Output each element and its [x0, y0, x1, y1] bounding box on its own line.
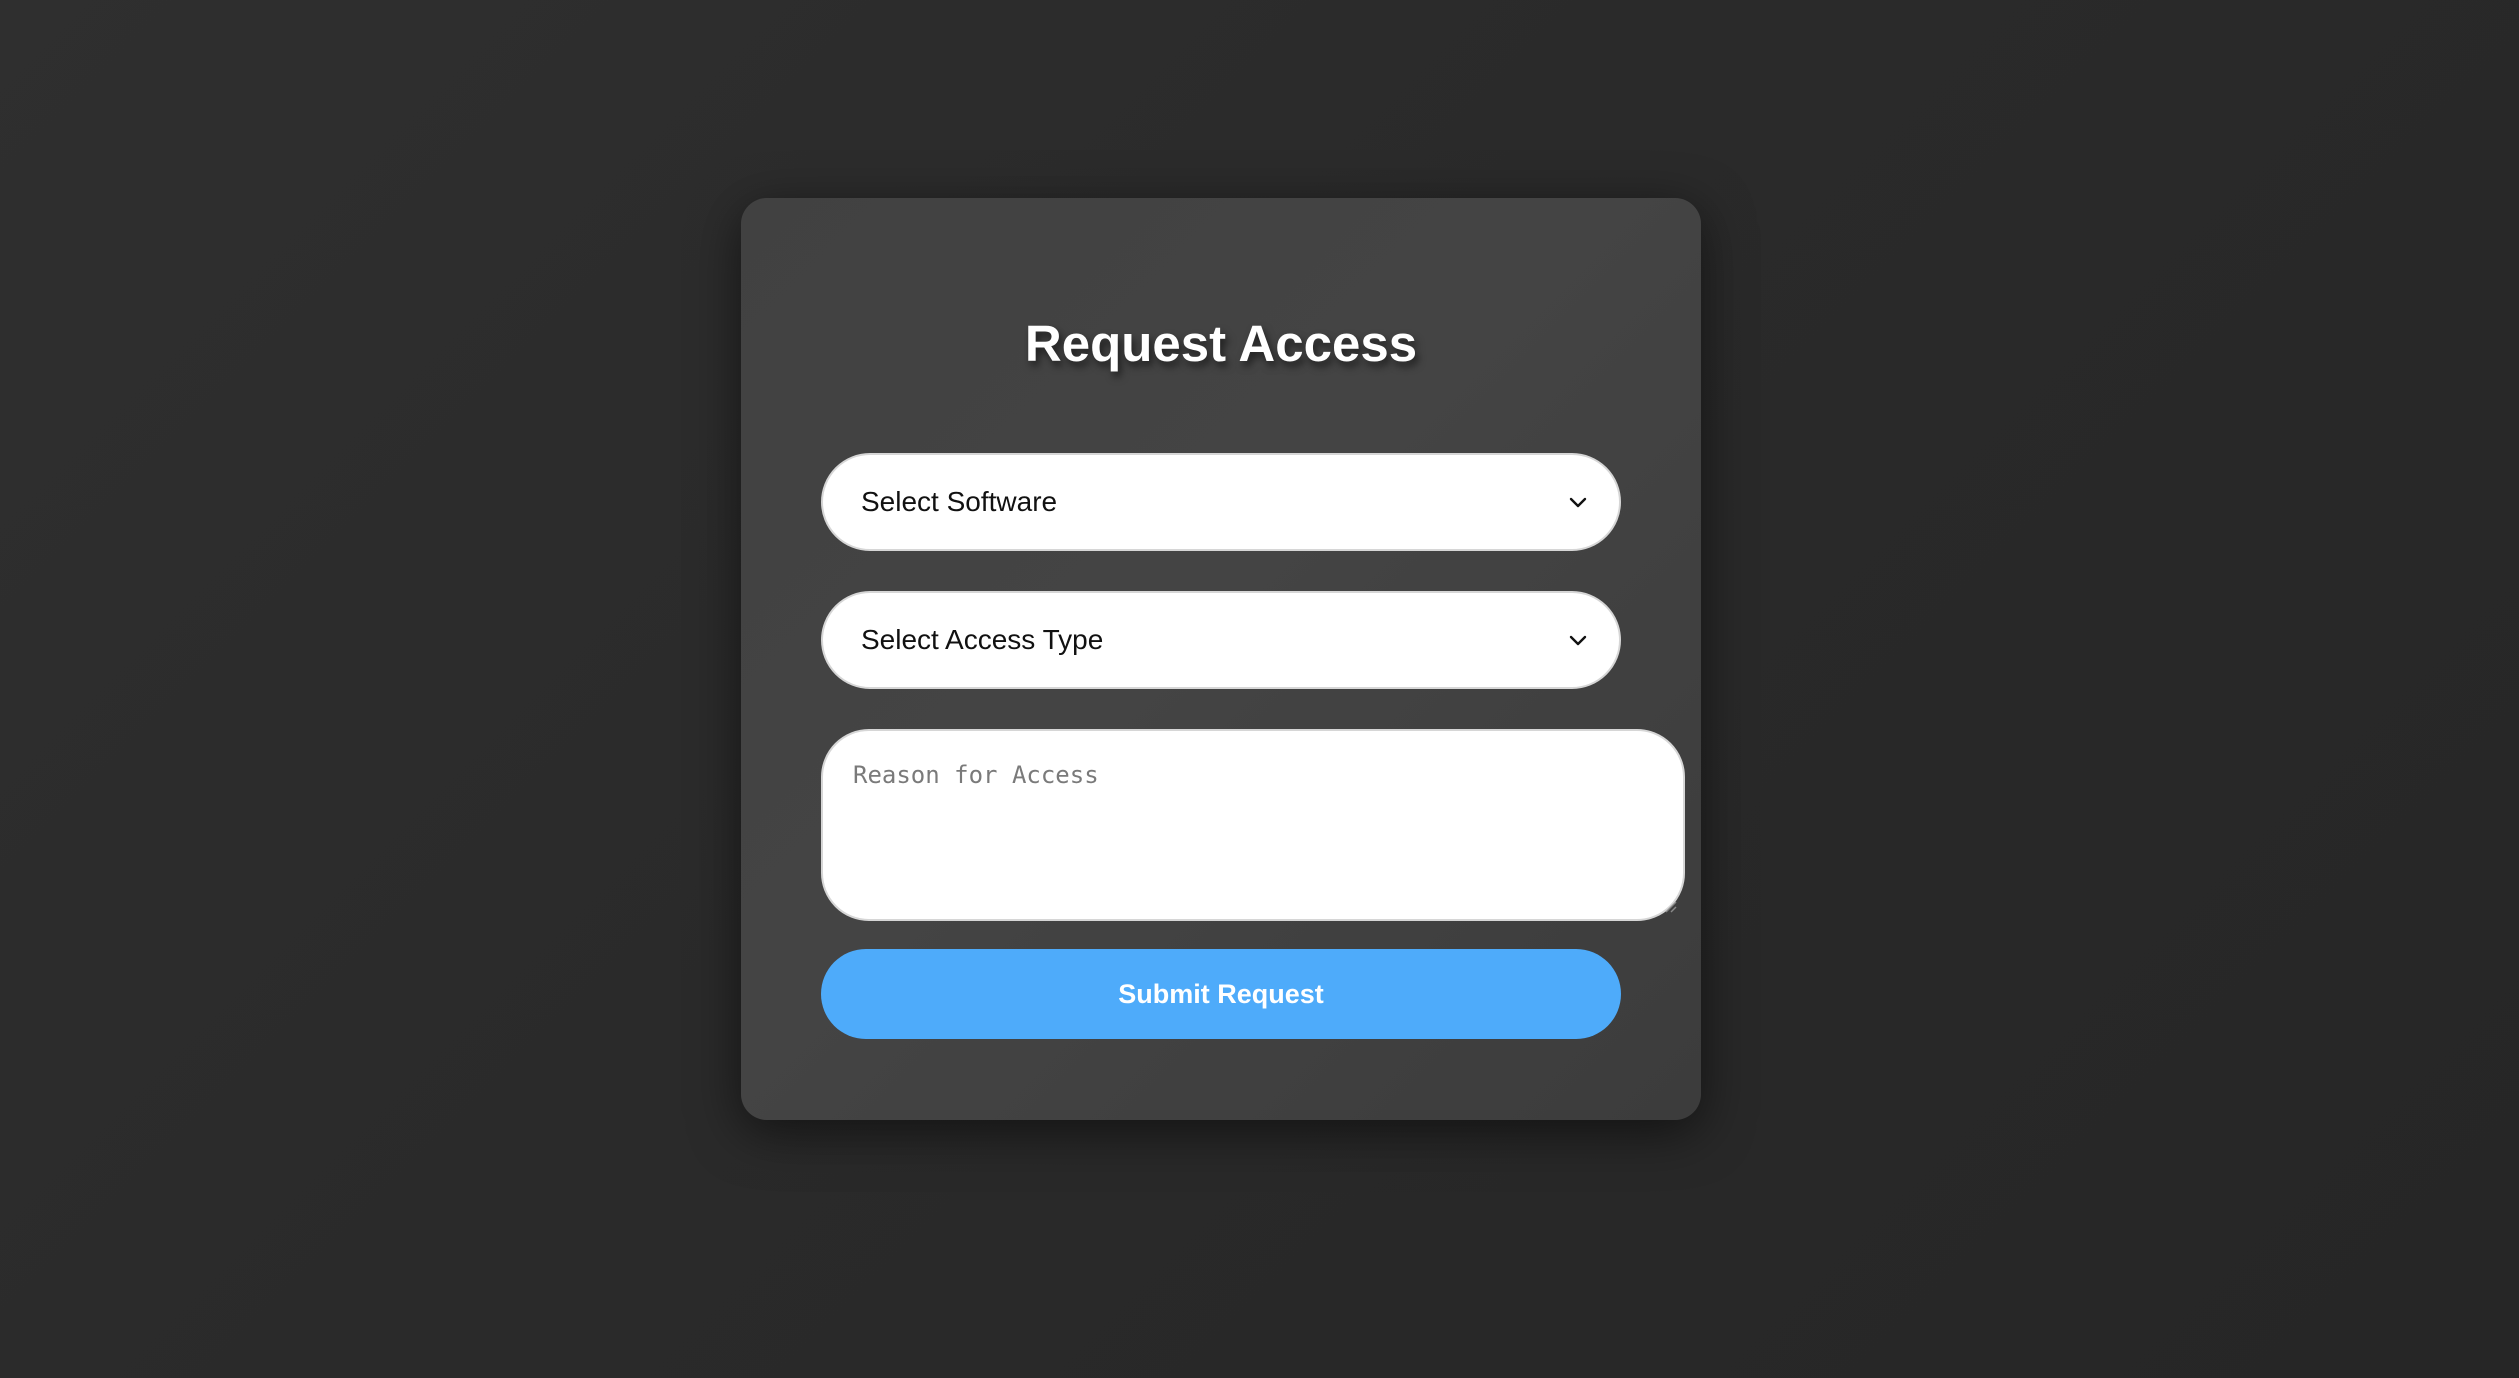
access-type-select-value: Select Access Type	[861, 624, 1104, 655]
access-type-select[interactable]: Select Access Type	[821, 591, 1621, 689]
request-access-card: Request Access Select Software Select Ac…	[741, 198, 1701, 1120]
page-title: Request Access	[1024, 315, 1418, 372]
chevron-down-icon	[1569, 497, 1587, 508]
reason-textarea[interactable]	[823, 731, 1683, 919]
software-select-value: Select Software	[861, 486, 1058, 517]
software-select[interactable]: Select Software	[821, 453, 1621, 551]
submit-button[interactable]: Submit Request	[821, 949, 1621, 1039]
reason-field-container	[821, 729, 1685, 921]
resize-grip-icon[interactable]	[1663, 899, 1677, 913]
chevron-down-icon	[1569, 635, 1587, 646]
